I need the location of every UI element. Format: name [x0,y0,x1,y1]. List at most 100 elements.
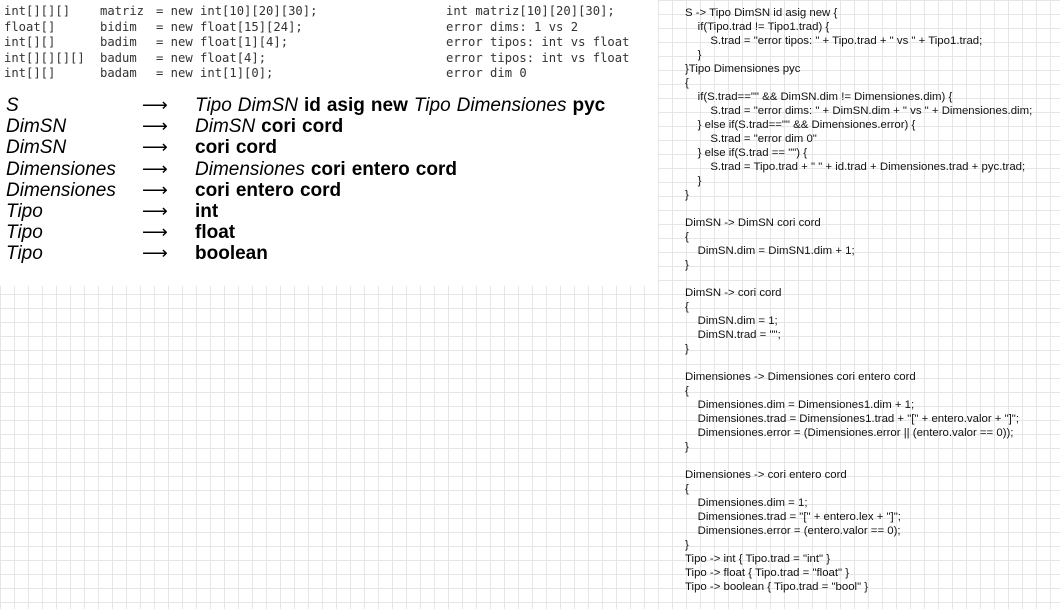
decl-name: matriz [100,4,145,18]
semantic-line: DimSN.dim = DimSN1.dim + 1; [685,245,855,257]
decl-name: badim [100,35,137,49]
decl-result: int matriz[10][20][30]; [446,4,615,18]
semantic-line: { [685,231,689,243]
nonterminal-symbol: Tipo [195,95,232,116]
semantic-line: Dimensiones -> cori entero cord [685,469,847,481]
decl-name: badam [100,66,137,80]
production-rhs: float [195,222,241,243]
production-lhs: DimSN [6,137,67,159]
semantic-line: Tipo -> boolean { Tipo.trad = "bool" } [685,581,869,593]
production-rhs: int [195,201,224,222]
semantic-line: S.trad = "error dims: " + DimSN.dim + " … [685,105,1033,117]
semantic-line [685,454,1057,468]
grammar-production: Tipo ⟶ boolean [6,243,611,264]
grammar-production: Tipo ⟶ float [6,222,611,243]
semantic-line: { [685,77,689,89]
terminal-symbol: cori [195,179,230,201]
declarations-block: int[][][] matriz = new int[10][20][30]; int… [4,4,656,82]
decl-expression: = new int[10][20][30]; [156,4,318,18]
decl-result: error dims: 1 vs 2 [446,19,579,34]
production-arrow: ⟶ [142,200,168,221]
terminal-symbol: cori [195,137,230,159]
decl-name: badum [100,50,137,65]
semantic-actions-block: S -> Tipo DimSN id asig new { if(Tipo.tr… [685,6,1057,594]
nonterminal-symbol: Tipo [413,95,451,116]
semantic-line: Dimensiones.error = (entero.valor == 0); [685,525,901,537]
semantic-line: S.trad = Tipo.trad + " " + id.trad + Dim… [685,161,1026,173]
declaration-row: int[][][] matriz = new int[10][20][30]; int… [4,4,656,20]
terminal-symbol: int [195,200,219,222]
semantic-line: Dimensiones.dim = Dimensiones1.dim + 1; [685,399,915,411]
semantic-line [685,272,1057,286]
semantic-line: } else if(S.trad=="" && Dimensiones.erro… [685,119,916,131]
semantic-line: S.trad = "error tipos: " + Tipo.trad + "… [685,35,983,47]
terminal-symbol: cori [261,116,297,138]
declaration-row: int[][] badam = new int[1][0]; error dim 0 [4,66,656,82]
grammar-production: DimSN ⟶ DimSN cori cord [6,116,611,137]
terminal-symbol: boolean [195,243,268,265]
grammar-production: S ⟶ Tipo DimSN id asig new Tipo Dimensiones pyc [6,95,611,116]
semantic-line: } [685,343,689,355]
terminal-symbol: cord [302,116,344,138]
semantic-line: Dimensiones.dim = 1; [685,497,808,509]
decl-result: error dim 0 [446,66,527,80]
declaration-row: int[][] badim = new float[1][4]; error tipo… [4,35,656,51]
semantic-line: if(Tipo.trad != Tipo1.trad) { [685,21,830,33]
nonterminal-symbol: Dimensiones [456,95,567,116]
left-panel: int[][][] matriz = new int[10][20][30]; int… [0,0,658,286]
semantic-line: }Tipo Dimensiones pyc [685,63,801,75]
decl-type: float[] [4,19,56,34]
production-rhs: cori entero cord [195,180,347,201]
declaration-row: int[][][][] badum = new float[4]; error tip… [4,51,656,67]
semantic-line: DimSN.dim = 1; [685,315,778,327]
semantic-line: } [685,441,689,453]
production-rhs: Tipo DimSN id asig new Tipo Dimensiones pyc [195,95,611,116]
semantic-line: { [685,385,689,397]
terminal-symbol: cord [299,179,342,201]
terminal-symbol: asig [326,95,365,116]
production-rhs: boolean [195,243,274,264]
semantic-line: } [685,189,689,201]
production-lhs: Dimensiones [6,179,116,201]
semantic-line: Dimensiones.trad = "[" + entero.lex + "]… [685,511,901,523]
terminal-symbol: new [370,95,408,116]
semantic-line: } [685,175,702,187]
nonterminal-symbol: Dimensiones [195,158,305,180]
production-arrow: ⟶ [142,243,168,264]
decl-expression: = new float[4]; [156,50,267,65]
production-arrow: ⟶ [142,95,168,115]
production-arrow: ⟶ [142,137,168,158]
decl-type: int[][] [4,66,56,80]
nonterminal-symbol: DimSN [195,116,256,138]
terminal-symbol: cord [235,137,278,159]
semantic-line: } [685,539,689,551]
grammar-production: DimSN ⟶ cori cord [6,137,611,158]
semantic-line: Dimensiones -> Dimensiones cori entero c… [685,371,916,383]
semantic-line: } [685,49,702,61]
grammar-production: Dimensiones ⟶ cori entero cord [6,180,611,201]
grammar-block: S ⟶ Tipo DimSN id asig new Tipo Dimensiones pyc Di… [6,95,611,265]
decl-expression: = new float[1][4]; [156,35,289,49]
semantic-line: Dimensiones.trad = Dimensiones1.trad + "… [685,413,1020,425]
semantic-line: DimSN.trad = ""; [685,329,781,341]
terminal-symbol: cord [415,158,457,180]
terminal-symbol: cori [310,158,346,180]
semantic-line: Tipo -> int { Tipo.trad = "int" } [685,553,831,565]
semantic-line: S.trad = "error dim 0" [685,133,817,145]
grammar-production: Dimensiones ⟶ Dimensiones cori entero cord [6,159,611,180]
semantic-line: Dimensiones.error = (Dimensiones.error |… [685,427,1014,439]
production-lhs: S [6,95,19,116]
semantic-line: DimSN -> DimSN cori cord [685,217,821,229]
decl-type: int[][][][] [4,50,85,65]
production-rhs: DimSN cori cord [195,116,349,137]
decl-type: int[][][] [4,4,71,18]
terminal-symbol: id [303,95,321,116]
production-lhs: Tipo [6,222,43,244]
production-lhs: Tipo [6,243,43,265]
decl-expression: = new float[15][24]; [156,19,303,34]
declaration-row: float[] bidim = new float[15][24]; error di… [4,20,656,36]
production-arrow: ⟶ [142,222,168,243]
nonterminal-symbol: DimSN [237,95,298,116]
semantic-line: { [685,301,689,313]
semantic-line: Tipo -> float { Tipo.trad = "float" } [685,567,850,579]
